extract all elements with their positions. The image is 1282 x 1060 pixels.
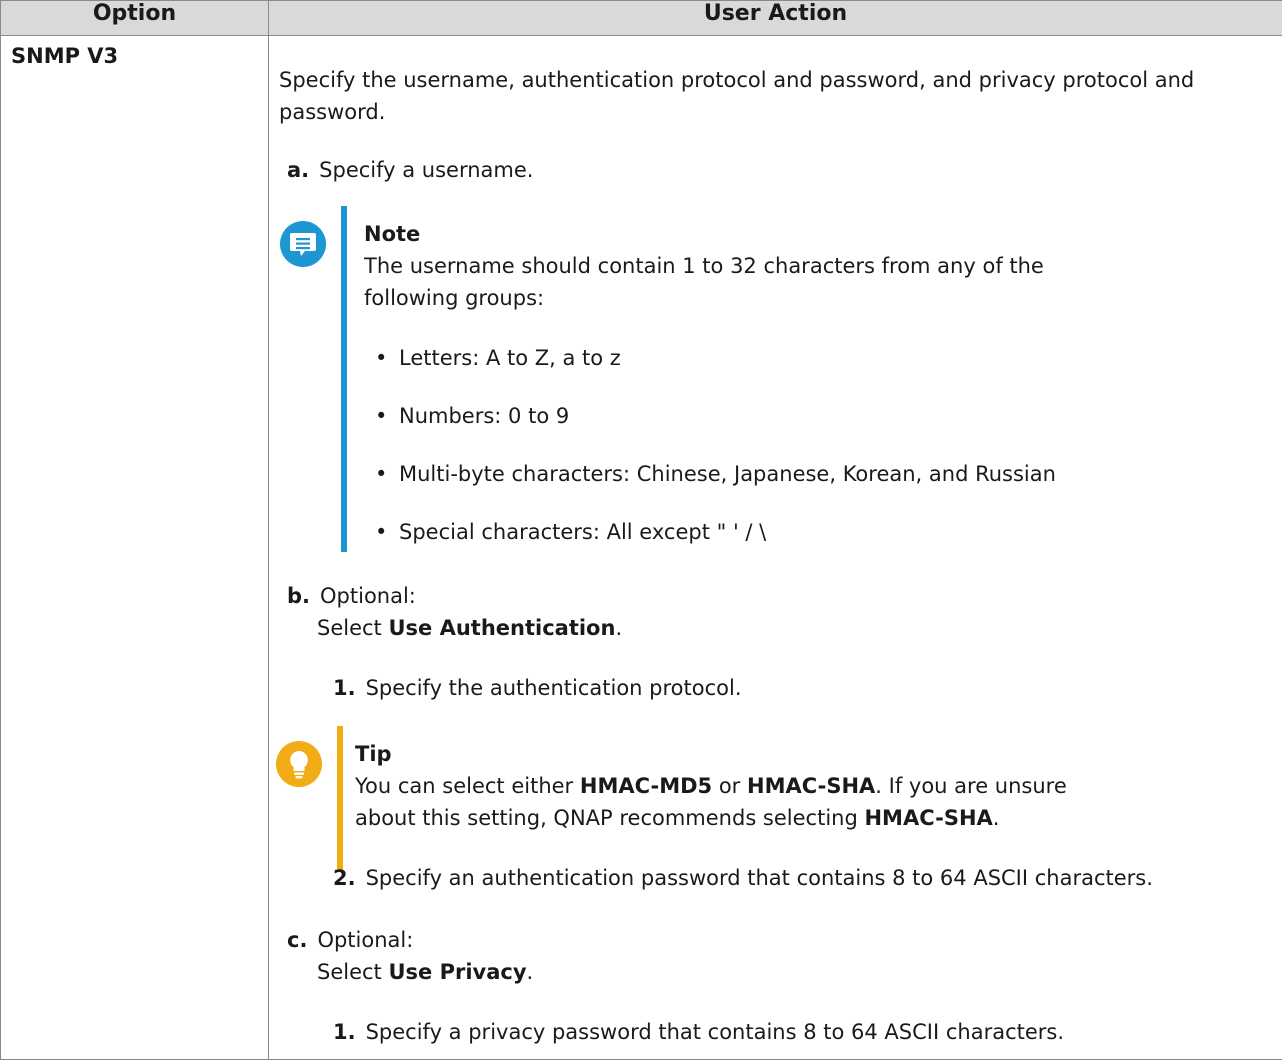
table-row: SNMP V3 Specify the username, authentica… xyxy=(1,36,1282,1060)
bullet-dot-icon: • xyxy=(375,516,399,548)
note-icon xyxy=(279,220,327,268)
bullet-dot-icon: • xyxy=(375,458,399,490)
step-a-text: Specify a username. xyxy=(319,158,533,182)
step-b-select-text: Select Use Authentication. xyxy=(317,612,622,644)
step-c-label: c. xyxy=(287,928,307,952)
step-a-label: a. xyxy=(287,158,309,182)
note-accent-bar xyxy=(341,206,347,552)
note-bullet-item: •Letters: A to Z, a to z xyxy=(375,342,621,374)
note-title: Note xyxy=(364,218,420,250)
note-bullet-item: •Special characters: All except " ' / \ xyxy=(375,516,766,548)
tip-line-1: You can select either HMAC-MD5 or HMAC-S… xyxy=(355,770,1067,802)
step-b-optional: Optional: xyxy=(320,584,416,608)
option-cell: SNMP V3 xyxy=(1,36,269,1060)
step-a: a. Specify a username. xyxy=(287,154,533,186)
bullet-dot-icon: • xyxy=(375,342,399,374)
header-user-action: User Action xyxy=(269,1,1282,36)
step-c: c. Optional: xyxy=(287,924,413,956)
tip-line-2: about this setting, QNAP recommends sele… xyxy=(355,802,999,834)
note-line-2: following groups: xyxy=(364,282,544,314)
header-option: Option xyxy=(1,1,269,36)
document-page: Option User Action SNMP V3 Specify the u… xyxy=(0,0,1282,1044)
step-b-substep-1: 1.Specify the authentication protocol. xyxy=(333,672,742,704)
bullet-dot-icon: • xyxy=(375,400,399,432)
tip-accent-bar xyxy=(337,726,343,870)
step-b-label: b. xyxy=(287,584,310,608)
tip-title: Tip xyxy=(355,738,392,770)
step-c-select-text: Select Use Privacy. xyxy=(317,956,533,988)
intro-text: Specify the username, authentication pro… xyxy=(279,64,1269,128)
step-c-substep-1: 1.Specify a privacy password that contai… xyxy=(333,1016,1064,1048)
options-table: Option User Action SNMP V3 Specify the u… xyxy=(0,0,1282,1060)
table-header-row: Option User Action xyxy=(1,1,1282,36)
lightbulb-icon xyxy=(275,740,323,788)
note-bullet-item: •Numbers: 0 to 9 xyxy=(375,400,569,432)
step-b-substep-2: 2.Specify an authentication password tha… xyxy=(333,862,1153,894)
user-action-cell: Specify the username, authentication pro… xyxy=(269,36,1282,1060)
step-c-optional: Optional: xyxy=(317,928,413,952)
note-line-1: The username should contain 1 to 32 char… xyxy=(364,250,1044,282)
step-b: b. Optional: xyxy=(287,580,416,612)
note-bullet-item: •Multi-byte characters: Chinese, Japanes… xyxy=(375,458,1056,490)
